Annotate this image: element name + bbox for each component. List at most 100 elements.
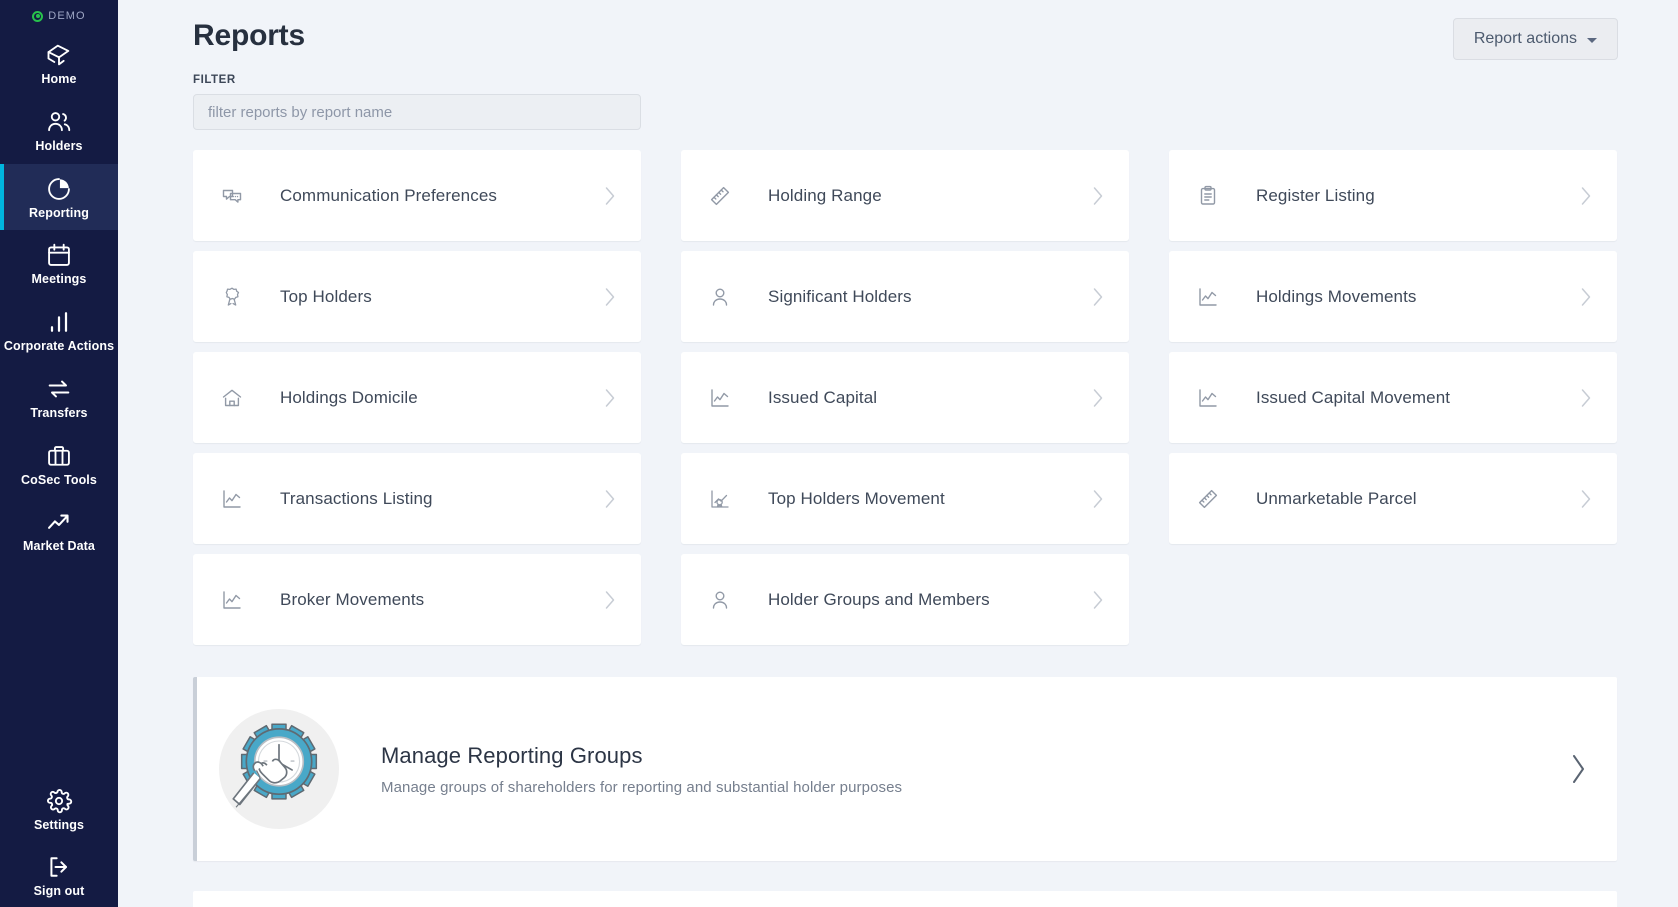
chevron-right-icon: [1091, 185, 1105, 207]
report-card-issued-capital[interactable]: Issued Capital: [681, 352, 1129, 443]
record-dot-icon: [32, 10, 44, 22]
report-card-holding-range[interactable]: Holding Range: [681, 150, 1129, 241]
report-card-significant-holders[interactable]: Significant Holders: [681, 251, 1129, 342]
briefcase-icon: [45, 442, 73, 470]
award-rosette-icon: [219, 284, 245, 310]
report-card-issued-capital-movement[interactable]: Issued Capital Movement: [1169, 352, 1617, 443]
sidebar: DEMO Home Holders Reporting Meetings Cor…: [0, 0, 118, 907]
sidebar-item-label: Meetings: [31, 272, 87, 287]
banner-subtitle: Manage groups of shareholders for report…: [381, 778, 903, 796]
person-icon: [707, 587, 733, 613]
sidebar-item-settings[interactable]: Settings: [0, 776, 118, 843]
report-card-label: Top Holders Movement: [768, 488, 945, 508]
banner-text-block: Manage Reporting Groups Manage groups of…: [381, 743, 1569, 796]
report-card-label: Holdings Domicile: [280, 387, 418, 407]
report-card-label: Holding Range: [768, 185, 882, 205]
filter-label: FILTER: [193, 74, 236, 86]
clipboard-icon: [1195, 183, 1221, 209]
sidebar-item-home[interactable]: Home: [0, 30, 118, 97]
person-icon: [707, 284, 733, 310]
gear-icon: [45, 787, 73, 815]
chevron-right-icon: [603, 185, 617, 207]
chevron-right-icon: [603, 286, 617, 308]
filter-block: FILTER: [118, 60, 1678, 130]
sidebar-item-meetings[interactable]: Meetings: [0, 230, 118, 297]
next-panel-partial: [193, 891, 1617, 907]
line-chart-icon: [1195, 284, 1221, 310]
report-card-top-holders-movement[interactable]: Top Holders Movement: [681, 453, 1129, 544]
chevron-right-icon: [1579, 387, 1593, 409]
report-card-unmarketable-parcel[interactable]: Unmarketable Parcel: [1169, 453, 1617, 544]
chevron-right-icon: [1579, 286, 1593, 308]
chevron-right-icon: [603, 589, 617, 611]
home-icon: [219, 385, 245, 411]
report-card-label: Broker Movements: [280, 589, 425, 609]
people-icon: [45, 108, 73, 136]
transfer-arrows-icon: [45, 375, 73, 403]
manage-reporting-groups-banner[interactable]: Manage Reporting Groups Manage groups of…: [193, 677, 1617, 861]
reports-column-2: Holding Range Significant Holders Issued…: [681, 150, 1129, 645]
banner-title: Manage Reporting Groups: [381, 742, 643, 768]
reports-grid: Communication Preferences Top Holders Ho…: [118, 130, 1678, 645]
chevron-right-icon: [1091, 488, 1105, 510]
sidebar-item-corporate-actions[interactable]: Corporate Actions: [0, 297, 118, 364]
trend-up-arrow-icon: [45, 508, 73, 536]
line-chart-icon: [219, 486, 245, 512]
pie-chart-icon: [45, 175, 73, 203]
sidebar-item-sign-out[interactable]: Sign out: [0, 842, 118, 907]
line-chart-icon: [707, 385, 733, 411]
report-card-transactions-listing[interactable]: Transactions Listing: [193, 453, 641, 544]
sidebar-item-label: Reporting: [29, 205, 89, 220]
report-card-label: Holdings Movements: [1256, 286, 1417, 306]
home-arrow-icon: [45, 41, 73, 69]
line-chart-icon: [1195, 385, 1221, 411]
report-card-label: Communication Preferences: [280, 185, 497, 205]
chat-bubbles-icon: [219, 183, 245, 209]
sidebar-item-holders[interactable]: Holders: [0, 97, 118, 164]
report-card-communication-preferences[interactable]: Communication Preferences: [193, 150, 641, 241]
chevron-right-icon: [1579, 488, 1593, 510]
page-title: Reports: [193, 19, 305, 52]
demo-badge: DEMO: [0, 6, 118, 26]
bar-chart-icon: [45, 308, 73, 336]
reports-column-1: Communication Preferences Top Holders Ho…: [193, 150, 641, 645]
sidebar-item-label: Settings: [33, 817, 85, 832]
chart-rosette-icon: [707, 486, 733, 512]
report-card-holdings-domicile[interactable]: Holdings Domicile: [193, 352, 641, 443]
app-root: DEMO Home Holders Reporting Meetings Cor…: [0, 0, 1678, 907]
report-actions-button[interactable]: Report actions: [1452, 18, 1618, 60]
main-content: Reports Report actions FILTER filter rep…: [118, 0, 1678, 907]
report-card-label: Holder Groups and Members: [768, 589, 990, 609]
report-card-label: Register Listing: [1256, 185, 1375, 205]
sidebar-item-label: Corporate Actions: [3, 339, 115, 353]
report-card-label: Issued Capital: [768, 387, 878, 407]
sidebar-item-cosec-tools[interactable]: CoSec Tools: [0, 431, 118, 498]
sidebar-item-label: Market Data: [23, 539, 95, 554]
sidebar-item-label: CoSec Tools: [21, 472, 97, 487]
chevron-right-icon: [1569, 752, 1587, 786]
sidebar-item-label: Sign out: [33, 884, 85, 899]
sidebar-item-reporting[interactable]: Reporting: [0, 163, 118, 231]
ruler-icon: [1195, 486, 1221, 512]
reports-column-3: Register Listing Holdings Movements Issu…: [1169, 150, 1617, 645]
sidebar-item-label: Holders: [35, 138, 83, 153]
report-card-top-holders[interactable]: Top Holders: [193, 251, 641, 342]
report-card-label: Issued Capital Movement: [1256, 387, 1451, 407]
chevron-right-icon: [603, 387, 617, 409]
chevron-right-icon: [1091, 286, 1105, 308]
page-header: Reports Report actions: [118, 0, 1678, 60]
report-card-holdings-movements[interactable]: Holdings Movements: [1169, 251, 1617, 342]
sidebar-item-transfers[interactable]: Transfers: [0, 364, 118, 431]
chevron-down-icon: [1587, 37, 1597, 43]
gear-clock-hand-illustration: [219, 709, 339, 829]
report-card-broker-movements[interactable]: Broker Movements: [193, 554, 641, 645]
report-card-label: Top Holders: [280, 286, 372, 306]
sign-out-icon: [45, 853, 73, 881]
report-card-register-listing[interactable]: Register Listing: [1169, 150, 1617, 241]
report-card-holder-groups-and-members[interactable]: Holder Groups and Members: [681, 554, 1129, 645]
chevron-right-icon: [1091, 387, 1105, 409]
filter-reports-input[interactable]: [193, 94, 641, 130]
sidebar-item-market-data[interactable]: Market Data: [0, 497, 118, 564]
sidebar-item-label: Transfers: [30, 405, 88, 420]
